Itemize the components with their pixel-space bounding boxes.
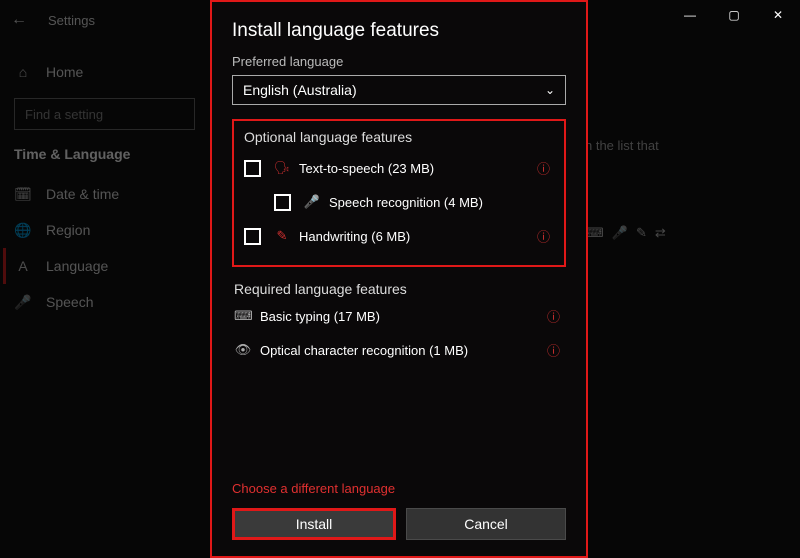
checkbox-tts[interactable] (244, 160, 261, 177)
option-speech-recognition[interactable]: 🎤 Speech recognition (4 MB) (244, 185, 554, 219)
preferred-language-dropdown[interactable]: English (Australia) ⌄ (232, 75, 566, 105)
info-icon[interactable]: ⓘ (547, 341, 560, 360)
sync-icon: ⇄ (655, 225, 666, 241)
mic-icon: 🎤 (612, 225, 628, 241)
required-basic-typing-label: Basic typing (17 MB) (260, 309, 380, 324)
nav-language[interactable]: A Language (3, 248, 195, 284)
maximize-button[interactable]: ▢ (712, 0, 756, 30)
language-icon: A (14, 258, 32, 274)
mic-icon: 🎤 (303, 194, 321, 210)
nav-home[interactable]: ⌂ Home (14, 54, 195, 90)
dialog-title: Install language features (232, 20, 566, 42)
option-tts-label: Text-to-speech (23 MB) (299, 161, 434, 176)
calendar-icon: 🗓 (14, 186, 32, 203)
search-placeholder: Find a setting (25, 107, 103, 122)
install-language-dialog: Install language features Preferred lang… (210, 0, 588, 558)
chevron-down-icon: ⌄ (545, 83, 555, 97)
close-button[interactable]: ✕ (756, 0, 800, 30)
info-icon[interactable]: ⓘ (537, 227, 550, 246)
globe-icon: 🌐 (14, 222, 32, 239)
nav-home-label: Home (46, 64, 83, 80)
nav-region-label: Region (46, 222, 90, 238)
microphone-icon: 🎤 (14, 294, 32, 311)
nav-speech-label: Speech (46, 294, 93, 310)
nav-date-time[interactable]: 🗓 Date & time (14, 176, 195, 212)
back-button[interactable]: ← (10, 11, 28, 29)
nav-section-header: Time & Language (14, 146, 195, 162)
cancel-button[interactable]: Cancel (406, 508, 566, 540)
optional-features-label: Optional language features (244, 129, 554, 145)
option-speech-rec-label: Speech recognition (4 MB) (329, 195, 483, 210)
required-ocr-label: Optical character recognition (1 MB) (260, 343, 468, 358)
nav-date-time-label: Date & time (46, 186, 119, 202)
required-ocr: 👁 Optical character recognition (1 MB) ⓘ (234, 333, 564, 367)
choose-different-language-link[interactable]: Choose a different language (232, 481, 566, 496)
checkbox-speech-rec[interactable] (274, 194, 291, 211)
ocr-icon: 👁 (234, 342, 252, 358)
required-features-label: Required language features (234, 281, 564, 297)
nav-language-label: Language (46, 258, 108, 274)
preferred-language-label: Preferred language (232, 54, 566, 69)
optional-features-section: Optional language features 🗣 Text-to-spe… (232, 119, 566, 267)
option-text-to-speech[interactable]: 🗣 Text-to-speech (23 MB) ⓘ (244, 151, 554, 185)
preferred-language-value: English (Australia) (243, 82, 357, 98)
checkbox-handwriting[interactable] (244, 228, 261, 245)
handwriting-icon: ✎ (273, 228, 291, 244)
window-title: Settings (48, 13, 95, 28)
required-basic-typing: ⌨ Basic typing (17 MB) ⓘ (234, 299, 564, 333)
info-icon[interactable]: ⓘ (537, 159, 550, 178)
tts-icon: 🗣 (273, 160, 291, 176)
info-icon[interactable]: ⓘ (547, 307, 560, 326)
home-icon: ⌂ (14, 64, 32, 80)
main-hint-text: n the list that (585, 138, 666, 153)
pen-icon: ✎ (636, 225, 647, 241)
nav-speech[interactable]: 🎤 Speech (14, 284, 195, 320)
search-input[interactable]: Find a setting (14, 98, 195, 130)
minimize-button[interactable]: — (668, 0, 712, 30)
language-capability-icons: ⌨ 🎤 ✎ ⇄ (585, 225, 666, 241)
install-button[interactable]: Install (232, 508, 396, 540)
option-handwriting-label: Handwriting (6 MB) (299, 229, 410, 244)
option-handwriting[interactable]: ✎ Handwriting (6 MB) ⓘ (244, 219, 554, 253)
keyboard-icon: ⌨ (234, 308, 252, 324)
nav-region[interactable]: 🌐 Region (14, 212, 195, 248)
